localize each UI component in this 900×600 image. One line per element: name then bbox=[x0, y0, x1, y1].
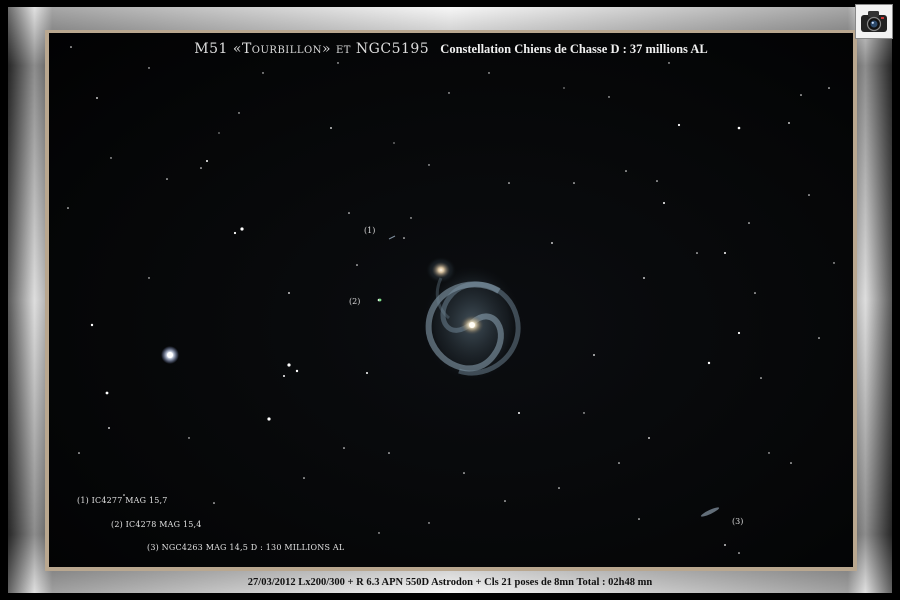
photo-caption: 27/03/2012 Lx200/300 + R 6.3 APN 550D As… bbox=[247, 577, 653, 588]
legend-item-3: (3) NGC4263 MAG 14,5 D : 130 MILLIONS AL bbox=[147, 543, 345, 552]
ngc4263-galaxy bbox=[700, 507, 720, 517]
ic4277-object bbox=[388, 235, 396, 240]
legend-item-1: (1) IC4277 MAG 15,7 bbox=[77, 496, 168, 505]
night-sky-photo: M51 «Tourbillon» et NGC5195 Constellatio… bbox=[49, 33, 853, 567]
title-subtitle: Constellation Chiens de Chasse D : 37 mi… bbox=[440, 42, 708, 56]
photo-title: M51 «Tourbillon» et NGC5195 Constellatio… bbox=[49, 38, 853, 57]
title-main: M51 «Tourbillon» et NGC5195 bbox=[194, 41, 430, 57]
legend-item-2: (2) IC4278 MAG 15,4 bbox=[111, 520, 202, 529]
star-field bbox=[67, 46, 835, 554]
ic4278-object bbox=[378, 298, 382, 302]
marker-2: (2) bbox=[349, 297, 361, 306]
marker-1: (1) bbox=[364, 226, 376, 235]
camera-icon bbox=[855, 4, 893, 39]
marker-3: (3) bbox=[732, 517, 744, 526]
